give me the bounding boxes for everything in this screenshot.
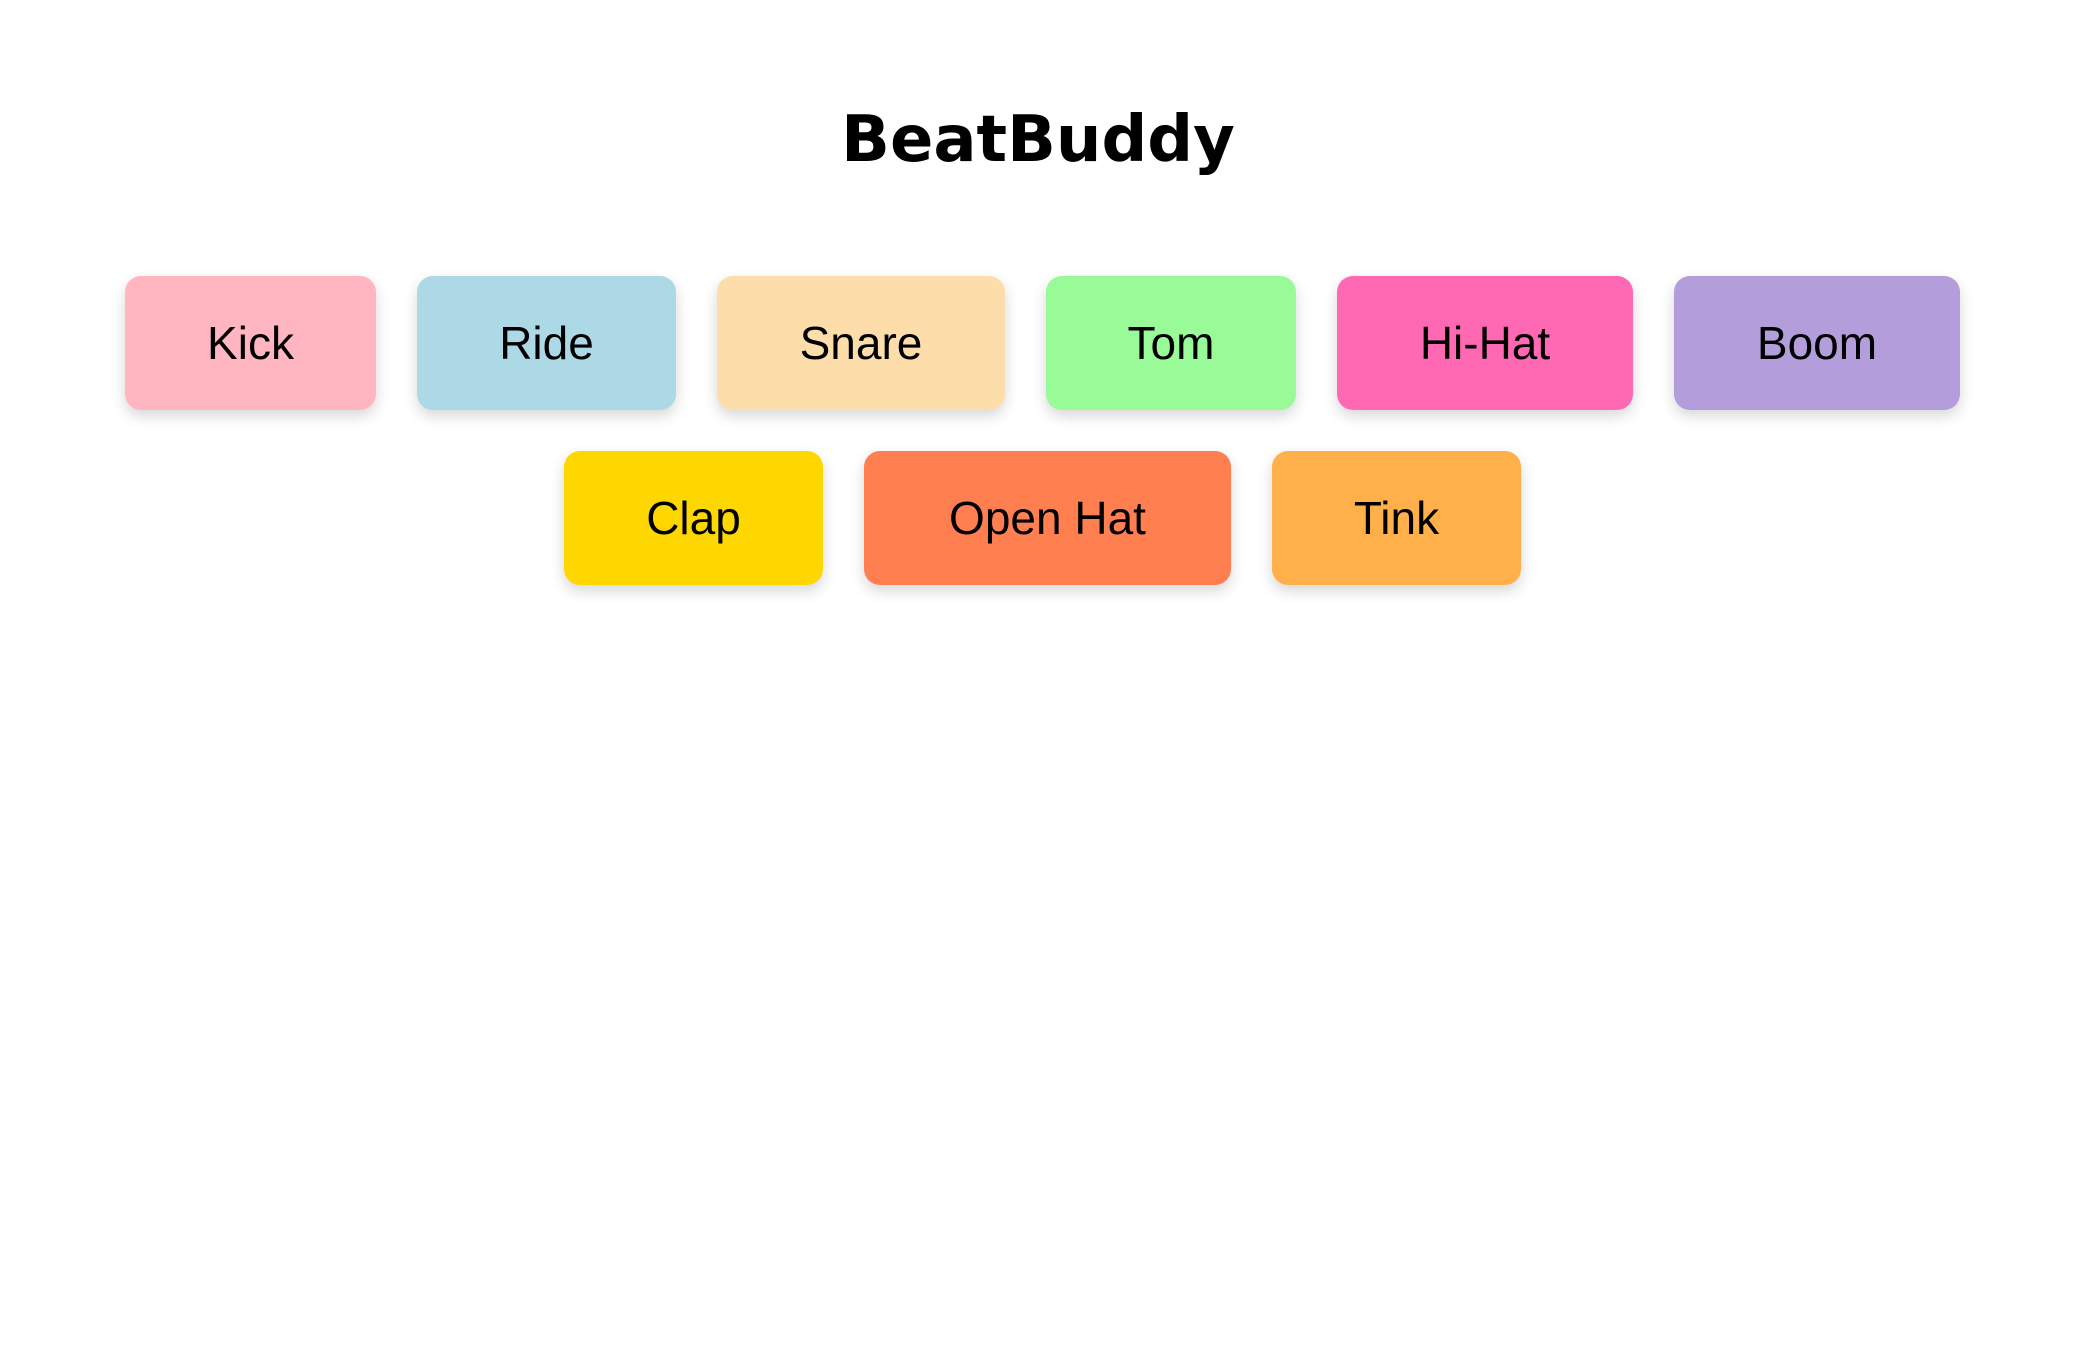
pad-kick-button[interactable]: Kick (125, 276, 376, 410)
pad-snare-button[interactable]: Snare (717, 276, 1005, 410)
drum-pad-grid: Kick Ride Snare Tom Hi-Hat Boom Clap Ope… (0, 0, 2076, 1346)
pad-openhat-button[interactable]: Open Hat (864, 451, 1231, 585)
pad-clap-button[interactable]: Clap (564, 451, 823, 585)
pad-hihat-button[interactable]: Hi-Hat (1337, 276, 1633, 410)
pad-tom-button[interactable]: Tom (1046, 276, 1296, 410)
pad-ride-button[interactable]: Ride (417, 276, 676, 410)
beatbuddy-app: BeatBuddy Kick Ride Snare Tom Hi-Hat Boo… (0, 0, 2076, 1346)
pad-boom-button[interactable]: Boom (1674, 276, 1960, 410)
pad-tink-button[interactable]: Tink (1272, 451, 1521, 585)
